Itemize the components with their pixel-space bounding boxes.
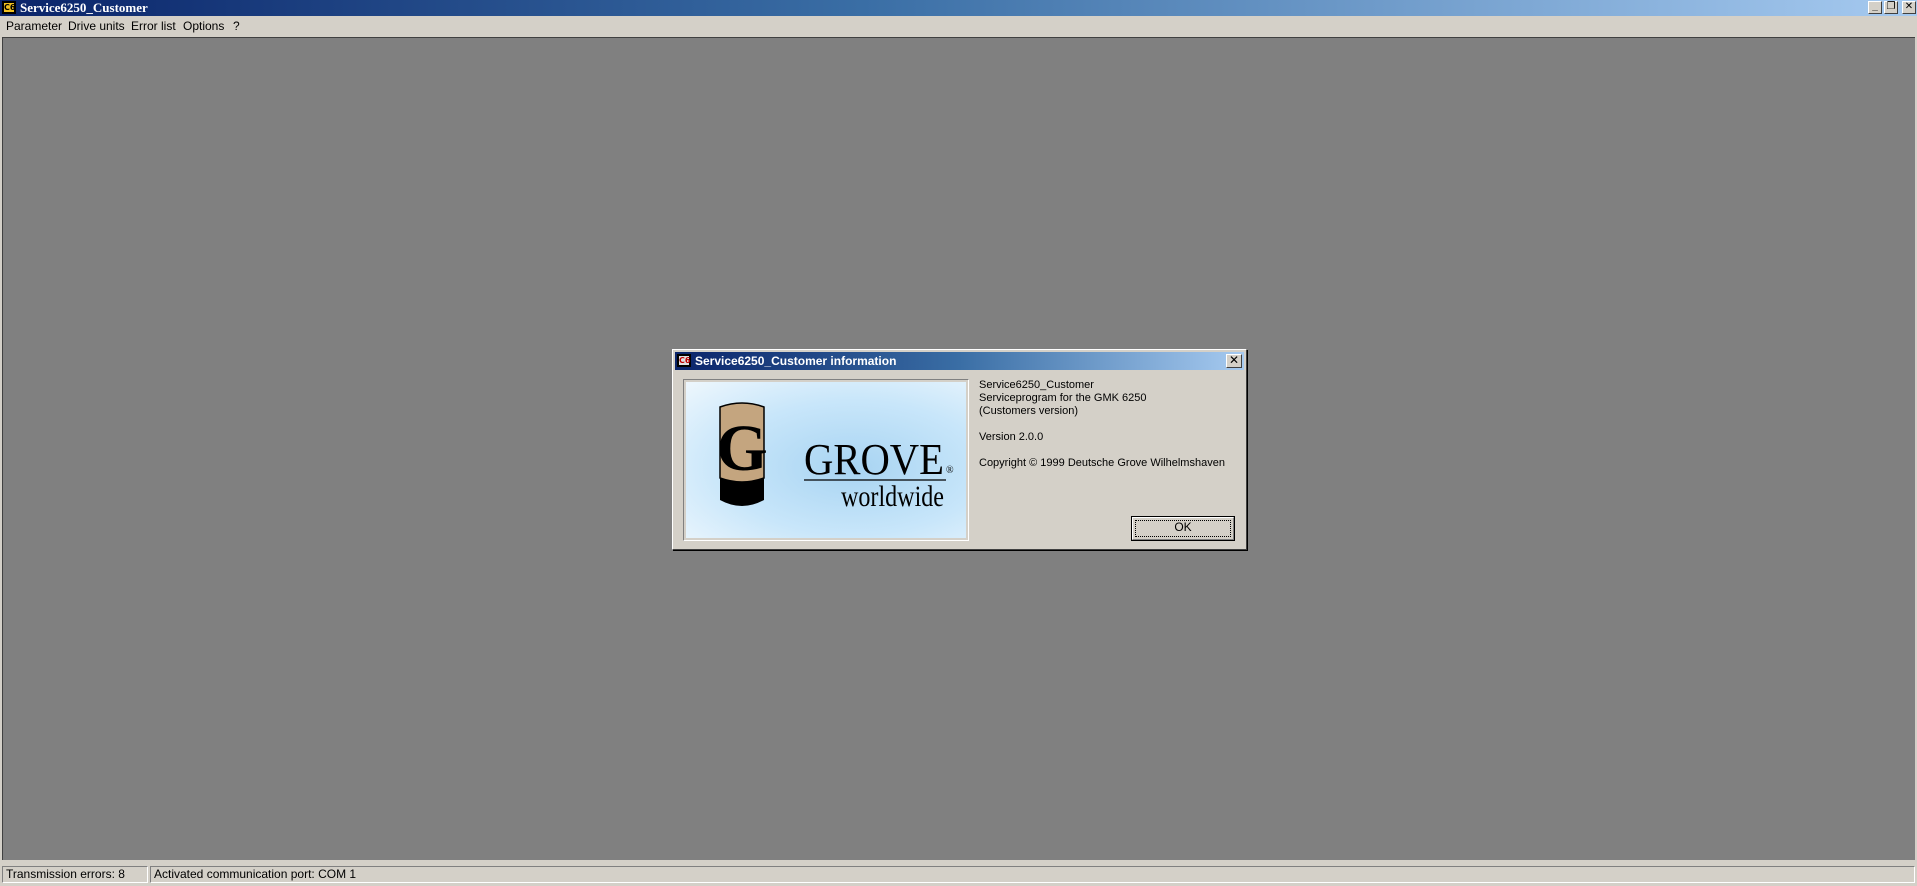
menu-bar: Parameter Drive units Error list Options… [0, 16, 1917, 36]
menu-help[interactable]: ? [233, 19, 240, 33]
dialog-close-button[interactable]: ✕ [1226, 354, 1242, 368]
info-panel: Service6250_Customer Serviceprogram for … [979, 379, 1239, 470]
ok-button-label: OK [1174, 520, 1192, 534]
info-line-product: Service6250_Customer [979, 379, 1094, 391]
window-title: Service6250_Customer [20, 0, 148, 15]
status-bar: Transmission errors: 8 Activated communi… [0, 864, 1917, 886]
version-text: Version 2.0.0 [979, 431, 1044, 443]
app-icon[interactable]: C6 [2, 1, 16, 14]
minimize-icon: _ [1872, 1, 1878, 12]
close-icon: ✕ [1904, 1, 1914, 12]
ok-button[interactable]: OK [1131, 516, 1235, 541]
logo-frame: G GROVE ® worldwide [683, 379, 969, 541]
logo-letter: G [716, 412, 767, 485]
menu-drive-units[interactable]: Drive units [68, 19, 125, 33]
close-icon: ✕ [1228, 353, 1240, 367]
logo-tagline: worldwide [841, 480, 944, 513]
menu-error-list[interactable]: Error list [131, 19, 176, 33]
restore-icon: ❐ [1886, 1, 1896, 12]
about-dialog: C6 Service6250_Customer information ✕ G … [672, 349, 1247, 550]
menu-parameter[interactable]: Parameter [6, 19, 62, 33]
status-transmission-errors: Transmission errors: 8 [2, 866, 148, 883]
app-icon-glyph: C6 [4, 3, 16, 12]
status-communication-port: Activated communication port: COM 1 [150, 866, 1915, 883]
close-button[interactable]: ✕ [1902, 1, 1916, 14]
dialog-app-icon: C6 [677, 354, 691, 367]
dialog-title-bar[interactable]: C6 Service6250_Customer information ✕ [675, 352, 1244, 370]
info-line-edition: (Customers version) [979, 405, 1079, 417]
dialog-app-icon-glyph: C6 [679, 356, 691, 365]
grove-logo-graphic: G GROVE ® worldwide [716, 402, 954, 513]
grove-logo: G GROVE ® worldwide [686, 382, 966, 538]
menu-options[interactable]: Options [183, 19, 224, 33]
dialog-title: Service6250_Customer information [695, 354, 897, 368]
main-window: C6 Service6250_Customer _ ❐ ✕ Parameter … [0, 0, 1917, 886]
minimize-button[interactable]: _ [1868, 1, 1882, 14]
logo-registered: ® [946, 465, 954, 476]
logo-brand: GROVE [804, 435, 944, 484]
title-bar[interactable]: C6 Service6250_Customer _ ❐ ✕ [0, 0, 1917, 16]
restore-button[interactable]: ❐ [1884, 1, 1898, 14]
copyright-text: Copyright © 1999 Deutsche Grove Wilhelms… [979, 457, 1225, 469]
info-line-description: Serviceprogram for the GMK 6250 [979, 392, 1147, 404]
